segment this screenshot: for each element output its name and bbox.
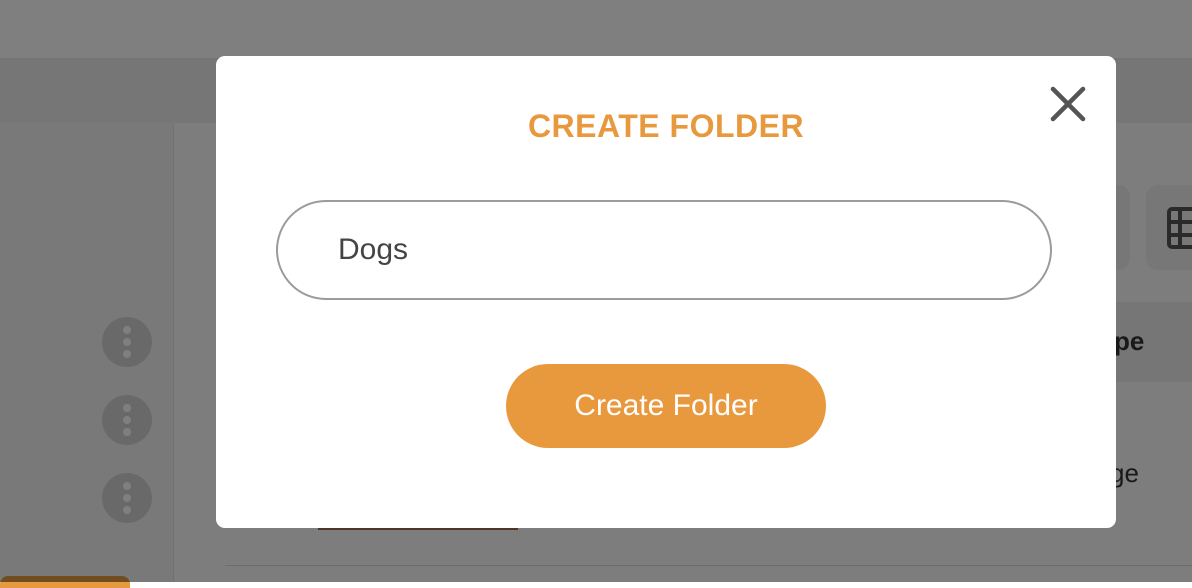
dialog-title: CREATE FOLDER: [527, 108, 805, 144]
close-button[interactable]: [1048, 84, 1088, 124]
folder-name-field: [276, 200, 1052, 300]
close-icon: [1050, 86, 1086, 122]
create-folder-dialog: CREATE FOLDER Create Folder: [216, 56, 1116, 528]
create-folder-button[interactable]: Create Folder: [506, 364, 826, 448]
folder-name-input[interactable]: [338, 202, 1018, 298]
